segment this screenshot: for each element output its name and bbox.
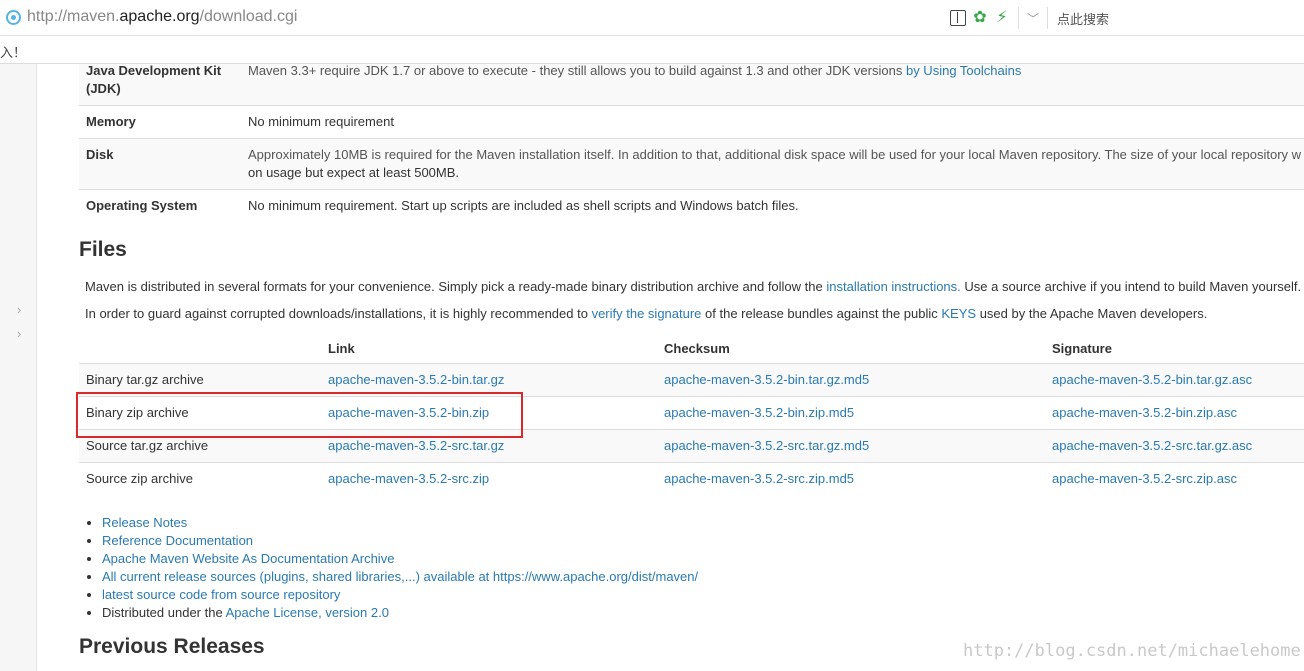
- checksum-link[interactable]: apache-maven-3.5.2-src.tar.gz.md5: [664, 438, 869, 453]
- reader-mode-icon[interactable]: [950, 10, 966, 26]
- address-bar[interactable]: http://maven.apache.org/download.cgi ✿ ⚡…: [0, 0, 1304, 36]
- checksum-link[interactable]: apache-maven-3.5.2-bin.zip.md5: [664, 405, 854, 420]
- installation-instructions-link[interactable]: installation instructions.: [826, 279, 960, 294]
- archive-name: Source zip archive: [79, 461, 321, 495]
- signature-link[interactable]: apache-maven-3.5.2-bin.zip.asc: [1052, 405, 1237, 420]
- bookmark-bar: 入！: [0, 36, 1304, 64]
- previous-releases-heading: Previous Releases: [79, 635, 265, 658]
- requirement-key: Disk: [79, 138, 241, 190]
- bookmark-item[interactable]: 入！: [0, 42, 26, 61]
- table-row: Source zip archive apache-maven-3.5.2-sr…: [79, 461, 1304, 495]
- keys-link[interactable]: KEYS: [941, 306, 976, 321]
- verify-signature-link[interactable]: verify the signature: [592, 306, 702, 321]
- release-notes-link[interactable]: Release Notes: [102, 515, 187, 530]
- download-link[interactable]: apache-maven-3.5.2-bin.tar.gz: [328, 372, 504, 387]
- table-row: Operating System No minimum requirement.…: [79, 189, 1304, 222]
- requirement-key: Memory: [79, 105, 241, 139]
- page-content: Java Development Kit (JDK) Maven 3.3+ re…: [37, 64, 1304, 671]
- chevron-right-icon[interactable]: ›: [17, 326, 21, 341]
- column-header: [79, 334, 321, 363]
- address-toolbar: ✿ ⚡ ﹀: [950, 7, 1050, 29]
- table-row: Java Development Kit (JDK) Maven 3.3+ re…: [79, 64, 1304, 106]
- toolbar-divider: [1018, 7, 1019, 29]
- highlight-annotation-box: [76, 392, 523, 438]
- download-link[interactable]: apache-maven-3.5.2-src.tar.gz: [328, 438, 504, 453]
- checksum-link[interactable]: apache-maven-3.5.2-bin.tar.gz.md5: [664, 372, 869, 387]
- requirement-value: No minimum requirement: [241, 105, 1304, 139]
- system-requirements-table: Java Development Kit (JDK) Maven 3.3+ re…: [79, 64, 1304, 222]
- requirement-value: No minimum requirement. Start up scripts…: [241, 189, 1304, 222]
- source-repository-link[interactable]: latest source code from source repositor…: [102, 587, 340, 602]
- column-header: Signature: [1052, 340, 1112, 356]
- table-row: Disk Approximately 10MB is required for …: [79, 138, 1304, 190]
- signature-link[interactable]: apache-maven-3.5.2-src.tar.gz.asc: [1052, 438, 1252, 453]
- watermark: http://blog.csdn.net/michaelehome: [963, 641, 1301, 661]
- checksum-link[interactable]: apache-maven-3.5.2-src.zip.md5: [664, 471, 854, 486]
- release-sources-link[interactable]: All current release sources (plugins, sh…: [102, 569, 698, 584]
- table-row: Memory No minimum requirement: [79, 105, 1304, 139]
- column-header: Link: [328, 340, 355, 356]
- list-item: Apache Maven Website As Documentation Ar…: [102, 550, 698, 568]
- download-link[interactable]: apache-maven-3.5.2-src.zip: [328, 471, 489, 486]
- release-links-list: Release Notes Reference Documentation Ap…: [102, 514, 698, 622]
- reference-docs-link[interactable]: Reference Documentation: [102, 533, 253, 548]
- refresh-icon[interactable]: ✿: [972, 10, 988, 26]
- page-loading-icon: [6, 10, 21, 25]
- list-item: All current release sources (plugins, sh…: [102, 568, 698, 586]
- list-item: Distributed under the Apache License, ve…: [102, 604, 698, 622]
- docs-archive-link[interactable]: Apache Maven Website As Documentation Ar…: [102, 551, 394, 566]
- chevron-down-icon[interactable]: ﹀: [1027, 10, 1039, 27]
- requirement-value: Maven 3.3+ require JDK 1.7 or above to e…: [241, 64, 1304, 106]
- list-item: latest source code from source repositor…: [102, 586, 698, 604]
- speed-icon[interactable]: ⚡: [994, 10, 1010, 26]
- search-box[interactable]: 点此搜索: [1057, 9, 1109, 28]
- side-panel: › ›: [0, 64, 37, 671]
- column-header: Checksum: [664, 340, 730, 356]
- url-text[interactable]: http://maven.apache.org/download.cgi: [27, 8, 297, 26]
- signature-link[interactable]: apache-maven-3.5.2-bin.tar.gz.asc: [1052, 372, 1252, 387]
- signature-link[interactable]: apache-maven-3.5.2-src.zip.asc: [1052, 471, 1237, 486]
- toolchains-link[interactable]: by Using Toolchains: [906, 64, 1021, 78]
- license-link[interactable]: Apache License, version 2.0: [226, 605, 389, 620]
- files-intro: Maven is distributed in several formats …: [85, 279, 1302, 294]
- chevron-right-icon[interactable]: ›: [17, 302, 21, 317]
- list-item: Reference Documentation: [102, 532, 698, 550]
- requirement-key: Java Development Kit (JDK): [79, 64, 241, 106]
- toolbar-divider: [1047, 7, 1049, 29]
- requirement-key: Operating System: [79, 189, 241, 222]
- list-item: Release Notes: [102, 514, 698, 532]
- table-header-row: Link Checksum Signature: [79, 334, 1304, 363]
- requirement-value: Approximately 10MB is required for the M…: [241, 138, 1304, 190]
- files-heading: Files: [79, 238, 127, 261]
- verify-paragraph: In order to guard against corrupted down…: [85, 306, 1208, 321]
